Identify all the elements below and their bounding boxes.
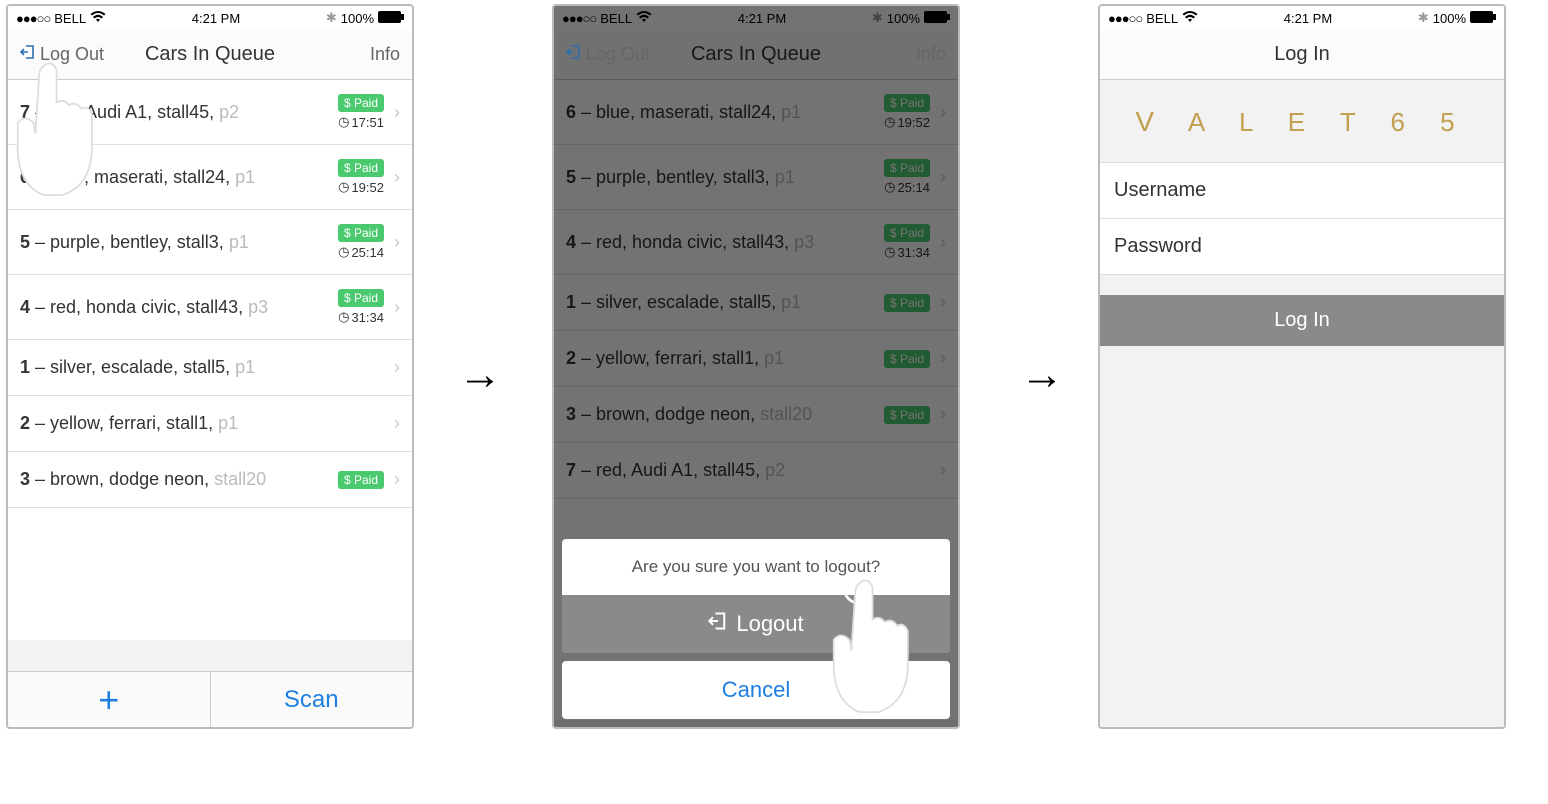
row-right: $ Paid ◷ 17:51 › [338,94,400,130]
info-button[interactable]: Info [916,44,946,65]
nav-bar: Log Out Cars In Queue Info [8,30,412,80]
logout-button[interactable]: Log Out [566,44,650,65]
row-text: 1 – silver, escalade, stall5, p1 [20,357,255,378]
username-field[interactable]: Username [1100,163,1504,219]
row-text: 5 – purple, bentley, stall3, p1 [20,232,249,253]
info-button[interactable]: Info [370,44,400,65]
screen-queue: ●●●○○ BELL 4:21 PM ✱ 100% Log Out Cars I… [6,4,414,729]
clock-icon: ◷ [338,179,349,195]
wifi-icon [1182,11,1198,26]
time-stamp: ◷ 25:14 [338,244,384,260]
list-item[interactable]: 7 – red, Audi A1, stall45, p2 $ Paid ◷ 17:… [8,80,412,145]
password-field[interactable]: Password [1100,219,1504,274]
status-time: 4:21 PM [1284,11,1332,26]
list-item[interactable]: 3 – brown, dodge neon, stall20 $ Paid › [8,452,412,508]
time-stamp: ◷ 19:52 [338,179,384,195]
chevron-right-icon: › [394,167,400,188]
row-text: 3 – brown, dodge neon, stall20 [20,469,266,490]
status-bar: ●●●○○ BELL 4:21 PM ✱ 100% [1100,6,1504,30]
signal-dots-icon: ●●●○○ [1108,11,1142,26]
battery-pct: 100% [1433,11,1466,26]
battery-icon [1470,11,1496,26]
logout-icon [20,44,36,65]
row-text: 4 – red, honda civic, stall43, p3 [20,297,268,318]
logout-label: Log Out [40,44,104,65]
add-button[interactable]: + [8,672,211,727]
paid-badge: $ Paid [338,159,384,177]
row-text: 2 – yellow, ferrari, stall1, p1 [20,413,238,434]
clock-icon: ◷ [338,244,349,260]
row-right: $ Paid ◷ 19:52 › [338,159,400,195]
battery-icon [378,11,404,26]
list-item[interactable]: 5 – purple, bentley, stall3, p1 $ Paid ◷ 2… [8,210,412,275]
app-logo: V A L E T 6 5 [1100,80,1504,162]
carrier-label: BELL [1146,11,1178,26]
nav-bar: Log In [1100,30,1504,80]
carrier-label: BELL [54,11,86,26]
clock-icon: ◷ [338,114,349,130]
screen-logout-confirm: ●●●○○ BELL 4:21 PM ✱ 100% Log Out Cars I… [552,4,960,729]
login-content: V A L E T 6 5 Username Password Log In [1100,80,1504,727]
signal-dots-icon: ●●●○○ [16,11,50,26]
list-item[interactable]: 4 – red, honda civic, stall43, p3 $ Paid ◷… [8,275,412,340]
paid-badge: $ Paid [338,471,384,489]
sheet-logout-button[interactable]: Logout [562,595,950,653]
arrow-icon: → [458,350,502,400]
list-item[interactable]: 1 – silver, escalade, stall5, p1 › [8,340,412,396]
paid-badge: $ Paid [338,94,384,112]
cars-list: 7 – red, Audi A1, stall45, p2 $ Paid ◷ 17:… [8,80,412,640]
action-sheet: Are you sure you want to logout? Logout … [562,539,950,719]
time-stamp: ◷ 31:34 [338,309,384,325]
bluetooth-icon: ✱ [326,10,337,26]
logout-icon [708,611,728,637]
list-item[interactable]: 6 – blue, maserati, stall24, p1 $ Paid ◷ 1… [8,145,412,210]
sheet-title: Are you sure you want to logout? [562,539,950,595]
status-time: 4:21 PM [192,11,240,26]
row-text: 7 – red, Audi A1, stall45, p2 [20,102,239,123]
row-right: $ Paid ◷ 25:14 › [338,224,400,260]
logout-button[interactable]: Log Out [20,44,104,65]
scan-button[interactable]: Scan [211,672,413,727]
paid-badge: $ Paid [338,224,384,242]
time-stamp: ◷ 17:51 [338,114,384,130]
row-text: 6 – blue, maserati, stall24, p1 [20,167,255,188]
paid-badge: $ Paid [338,289,384,307]
row-right: › [384,413,400,434]
arrow-icon: → [1020,350,1064,400]
bluetooth-icon: ✱ [1418,10,1429,26]
chevron-right-icon: › [394,297,400,318]
row-right: $ Paid › [338,469,400,490]
list-item[interactable]: 2 – yellow, ferrari, stall1, p1 › [8,396,412,452]
page-title: Log In [1100,43,1504,66]
status-bar: ●●●○○ BELL 4:21 PM ✱ 100% [8,6,412,30]
chevron-right-icon: › [394,469,400,490]
logout-icon [566,44,582,65]
login-button[interactable]: Log In [1100,295,1504,346]
chevron-right-icon: › [394,232,400,253]
screen-login: ●●●○○ BELL 4:21 PM ✱ 100% Log In V A L E… [1098,4,1506,729]
row-right: $ Paid ◷ 31:34 › [338,289,400,325]
wifi-icon [90,11,106,26]
logout-label: Log Out [586,44,650,65]
row-right: › [384,357,400,378]
battery-pct: 100% [341,11,374,26]
toolbar: + Scan [8,671,412,727]
sheet-cancel-button[interactable]: Cancel [562,661,950,719]
login-fields: Username Password [1100,162,1504,275]
chevron-right-icon: › [394,102,400,123]
chevron-right-icon: › [394,413,400,434]
sheet-logout-label: Logout [736,611,803,637]
clock-icon: ◷ [338,309,349,325]
chevron-right-icon: › [394,357,400,378]
